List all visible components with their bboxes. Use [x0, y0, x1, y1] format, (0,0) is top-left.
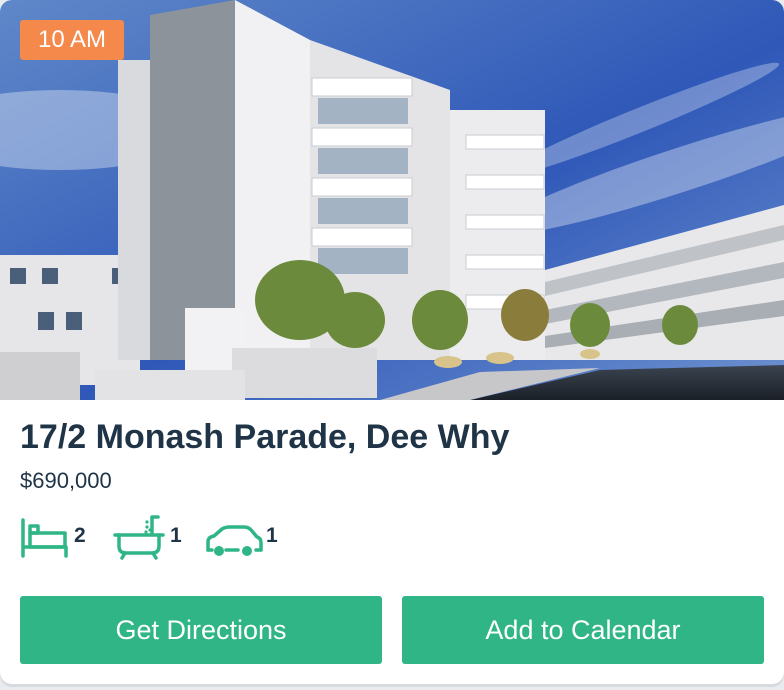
bedrooms-count: 2: [74, 524, 86, 547]
listing-price: $690,000: [20, 468, 112, 493]
parking-count: 1: [266, 524, 278, 547]
bathrooms-count: 1: [170, 524, 182, 547]
listing-address: 17/2 Monash Parade, Dee Why: [20, 418, 510, 456]
car-icon: [206, 525, 263, 556]
bathrooms-feature: 1: [112, 512, 186, 560]
time-badge: 10 AM: [20, 20, 125, 60]
parking-feature: 1: [204, 512, 284, 560]
bed-icon: [21, 518, 68, 558]
bathtub-icon: [113, 515, 165, 560]
bedrooms-feature: 2: [20, 512, 92, 560]
get-directions-button[interactable]: Get Directions: [20, 596, 382, 664]
listing-card: 10 AM 17/2 Monash Parade, Dee Why $690,0…: [0, 0, 784, 684]
property-photo: 10 AM: [0, 0, 784, 400]
add-to-calendar-button[interactable]: Add to Calendar: [402, 596, 764, 664]
